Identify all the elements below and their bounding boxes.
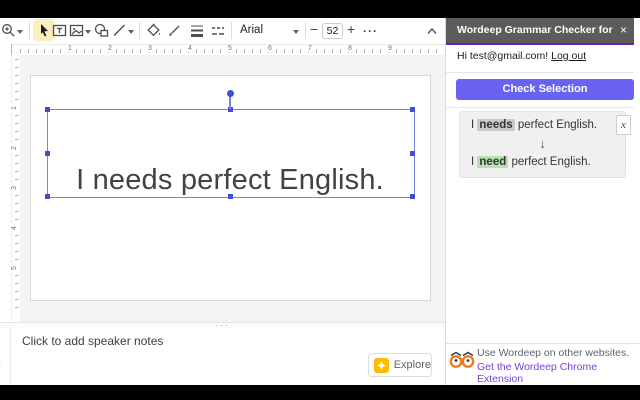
line-dropdown-caret[interactable] — [128, 30, 134, 37]
panel-accent-bar — [446, 43, 634, 45]
vertical-ruler: 1 2 3 4 5 — [11, 55, 21, 318]
divider — [446, 72, 634, 73]
notes-gutter-divider — [10, 328, 11, 385]
horizontal-ruler: 1 2 3 4 5 6 7 8 9 — [12, 44, 445, 55]
toolbar-separator — [29, 22, 30, 39]
wordeep-panel: Wordeep Grammar Checker for Slides × Hi … — [445, 18, 640, 385]
arrow-down-icon: ↓ — [539, 136, 546, 151]
resize-handle-ne[interactable] — [410, 107, 415, 112]
suggestion-card: I needs perfect English. ↓ I need perfec… — [459, 111, 631, 178]
increase-font-size-button[interactable]: + — [347, 21, 355, 37]
collapse-notes-icon[interactable]: ‹ — [0, 354, 1, 371]
ruler-number: 1 — [65, 45, 75, 52]
wordeep-owl-logo — [449, 348, 475, 375]
speaker-notes-placeholder[interactable]: Click to add speaker notes — [22, 334, 163, 348]
border-dash-icon[interactable] — [211, 24, 225, 38]
dismiss-suggestion-button[interactable]: x — [616, 115, 631, 135]
corrected-suffix: perfect English. — [511, 156, 591, 168]
ruler-number: 4 — [185, 45, 195, 52]
slides-toolbar: Arial − 52 + ··· — [0, 18, 445, 44]
footer-text: Use Wordeep on other websites. — [477, 347, 630, 359]
ruler-number: 8 — [345, 45, 355, 52]
toolbar-separator — [305, 22, 306, 39]
font-dropdown-caret[interactable] — [293, 30, 299, 37]
ruler-number: 7 — [305, 45, 315, 52]
panel-header: Wordeep Grammar Checker for Slides × — [446, 18, 634, 61]
original-sentence: I needs perfect English. — [471, 119, 597, 131]
ruler-number: 2 — [105, 45, 115, 52]
insert-image-icon[interactable] — [69, 23, 84, 38]
ruler-number: 9 — [385, 45, 395, 52]
font-family-select[interactable]: Arial — [240, 24, 263, 36]
original-word-highlight: needs — [477, 119, 515, 131]
app-window: Arial − 52 + ··· 1 2 3 4 5 6 7 8 9 1 2 3… — [0, 0, 640, 400]
divider — [446, 107, 634, 108]
ruler-number: 3 — [145, 45, 155, 52]
rotation-handle[interactable] — [227, 90, 234, 97]
toolbar-separator — [139, 22, 140, 39]
more-options-button[interactable]: ··· — [363, 24, 378, 38]
explore-label: Explore — [393, 359, 431, 371]
toolbar-separator — [231, 22, 232, 39]
corrected-prefix: I — [471, 156, 475, 168]
cursor-icon — [41, 24, 48, 37]
resize-handle-e[interactable] — [410, 151, 415, 156]
zoom-dropdown-caret[interactable] — [17, 30, 23, 37]
account-row: Hi test@gmail.com! Log out — [457, 50, 586, 62]
letterbox-top — [0, 0, 640, 18]
resize-handle-nw[interactable] — [45, 107, 50, 112]
resize-handle-se[interactable] — [410, 194, 415, 199]
get-extension-link[interactable]: Get the Wordeep Chrome Extension — [477, 361, 640, 385]
corrected-sentence: I need perfect English. — [471, 156, 591, 168]
zoom-tool-icon[interactable] — [1, 23, 16, 38]
text-box-selection[interactable] — [45, 107, 415, 199]
explore-button[interactable]: Explore — [368, 353, 432, 377]
panel-close-icon[interactable]: × — [620, 18, 627, 43]
greeting-text: Hi test@gmail.com! — [457, 50, 549, 62]
ruler-number: 5 — [225, 45, 235, 52]
corrected-word-highlight: need — [477, 156, 509, 168]
shape-tool-icon[interactable] — [94, 23, 109, 38]
collapse-toolbar-icon[interactable] — [426, 26, 438, 36]
resize-handle-sw[interactable] — [45, 194, 50, 199]
decrease-font-size-button[interactable]: − — [310, 21, 318, 37]
border-color-icon[interactable] — [167, 23, 182, 38]
resize-handle-w[interactable] — [45, 151, 50, 156]
check-selection-button[interactable]: Check Selection — [456, 79, 634, 100]
logout-link[interactable]: Log out — [551, 50, 586, 62]
ruler-number: 6 — [265, 45, 275, 52]
explore-star-icon — [374, 357, 389, 373]
original-prefix: I — [471, 119, 475, 131]
rotation-handle-stem — [229, 96, 231, 109]
resize-handle-s[interactable] — [228, 194, 233, 199]
fill-color-icon[interactable] — [146, 23, 161, 38]
original-suffix: perfect English. — [517, 119, 598, 131]
image-dropdown-caret[interactable] — [85, 30, 91, 37]
letterbox-bottom — [0, 385, 640, 400]
border-weight-icon[interactable] — [190, 24, 204, 38]
line-tool-icon[interactable] — [112, 23, 127, 38]
font-size-input[interactable]: 52 — [322, 23, 343, 39]
speaker-notes-area[interactable]: ‹ Click to add speaker notes Explore — [0, 328, 445, 385]
text-box-tool-icon[interactable] — [52, 23, 67, 38]
divider — [446, 343, 640, 344]
